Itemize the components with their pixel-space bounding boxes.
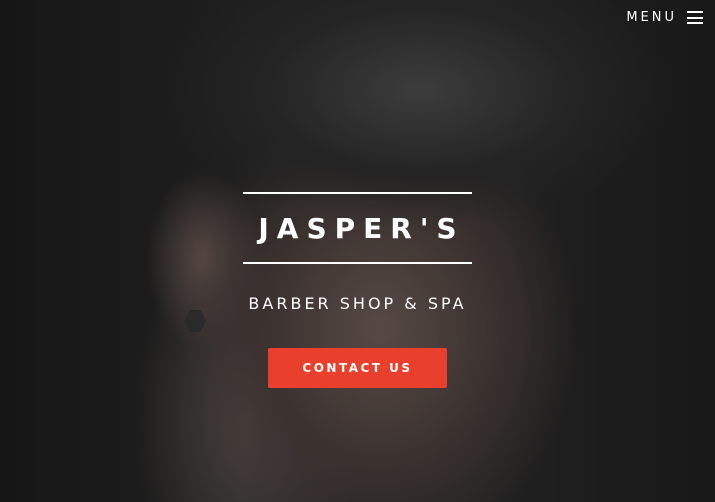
hero-section: MENU JASPER'S BARBER SHOP & SPA CONTACT … <box>0 0 715 502</box>
brand-title: JASPER'S <box>258 212 465 245</box>
hero-content: JASPER'S BARBER SHOP & SPA CONTACT US <box>0 192 715 388</box>
hamburger-icon[interactable] <box>687 11 703 24</box>
title-divider-bottom <box>243 262 472 264</box>
brand-subtitle: BARBER SHOP & SPA <box>248 294 467 313</box>
menu-label: MENU <box>626 10 677 25</box>
menu-toggle[interactable]: MENU <box>626 10 703 25</box>
title-divider-top <box>243 192 472 194</box>
contact-us-button[interactable]: CONTACT US <box>268 348 447 388</box>
